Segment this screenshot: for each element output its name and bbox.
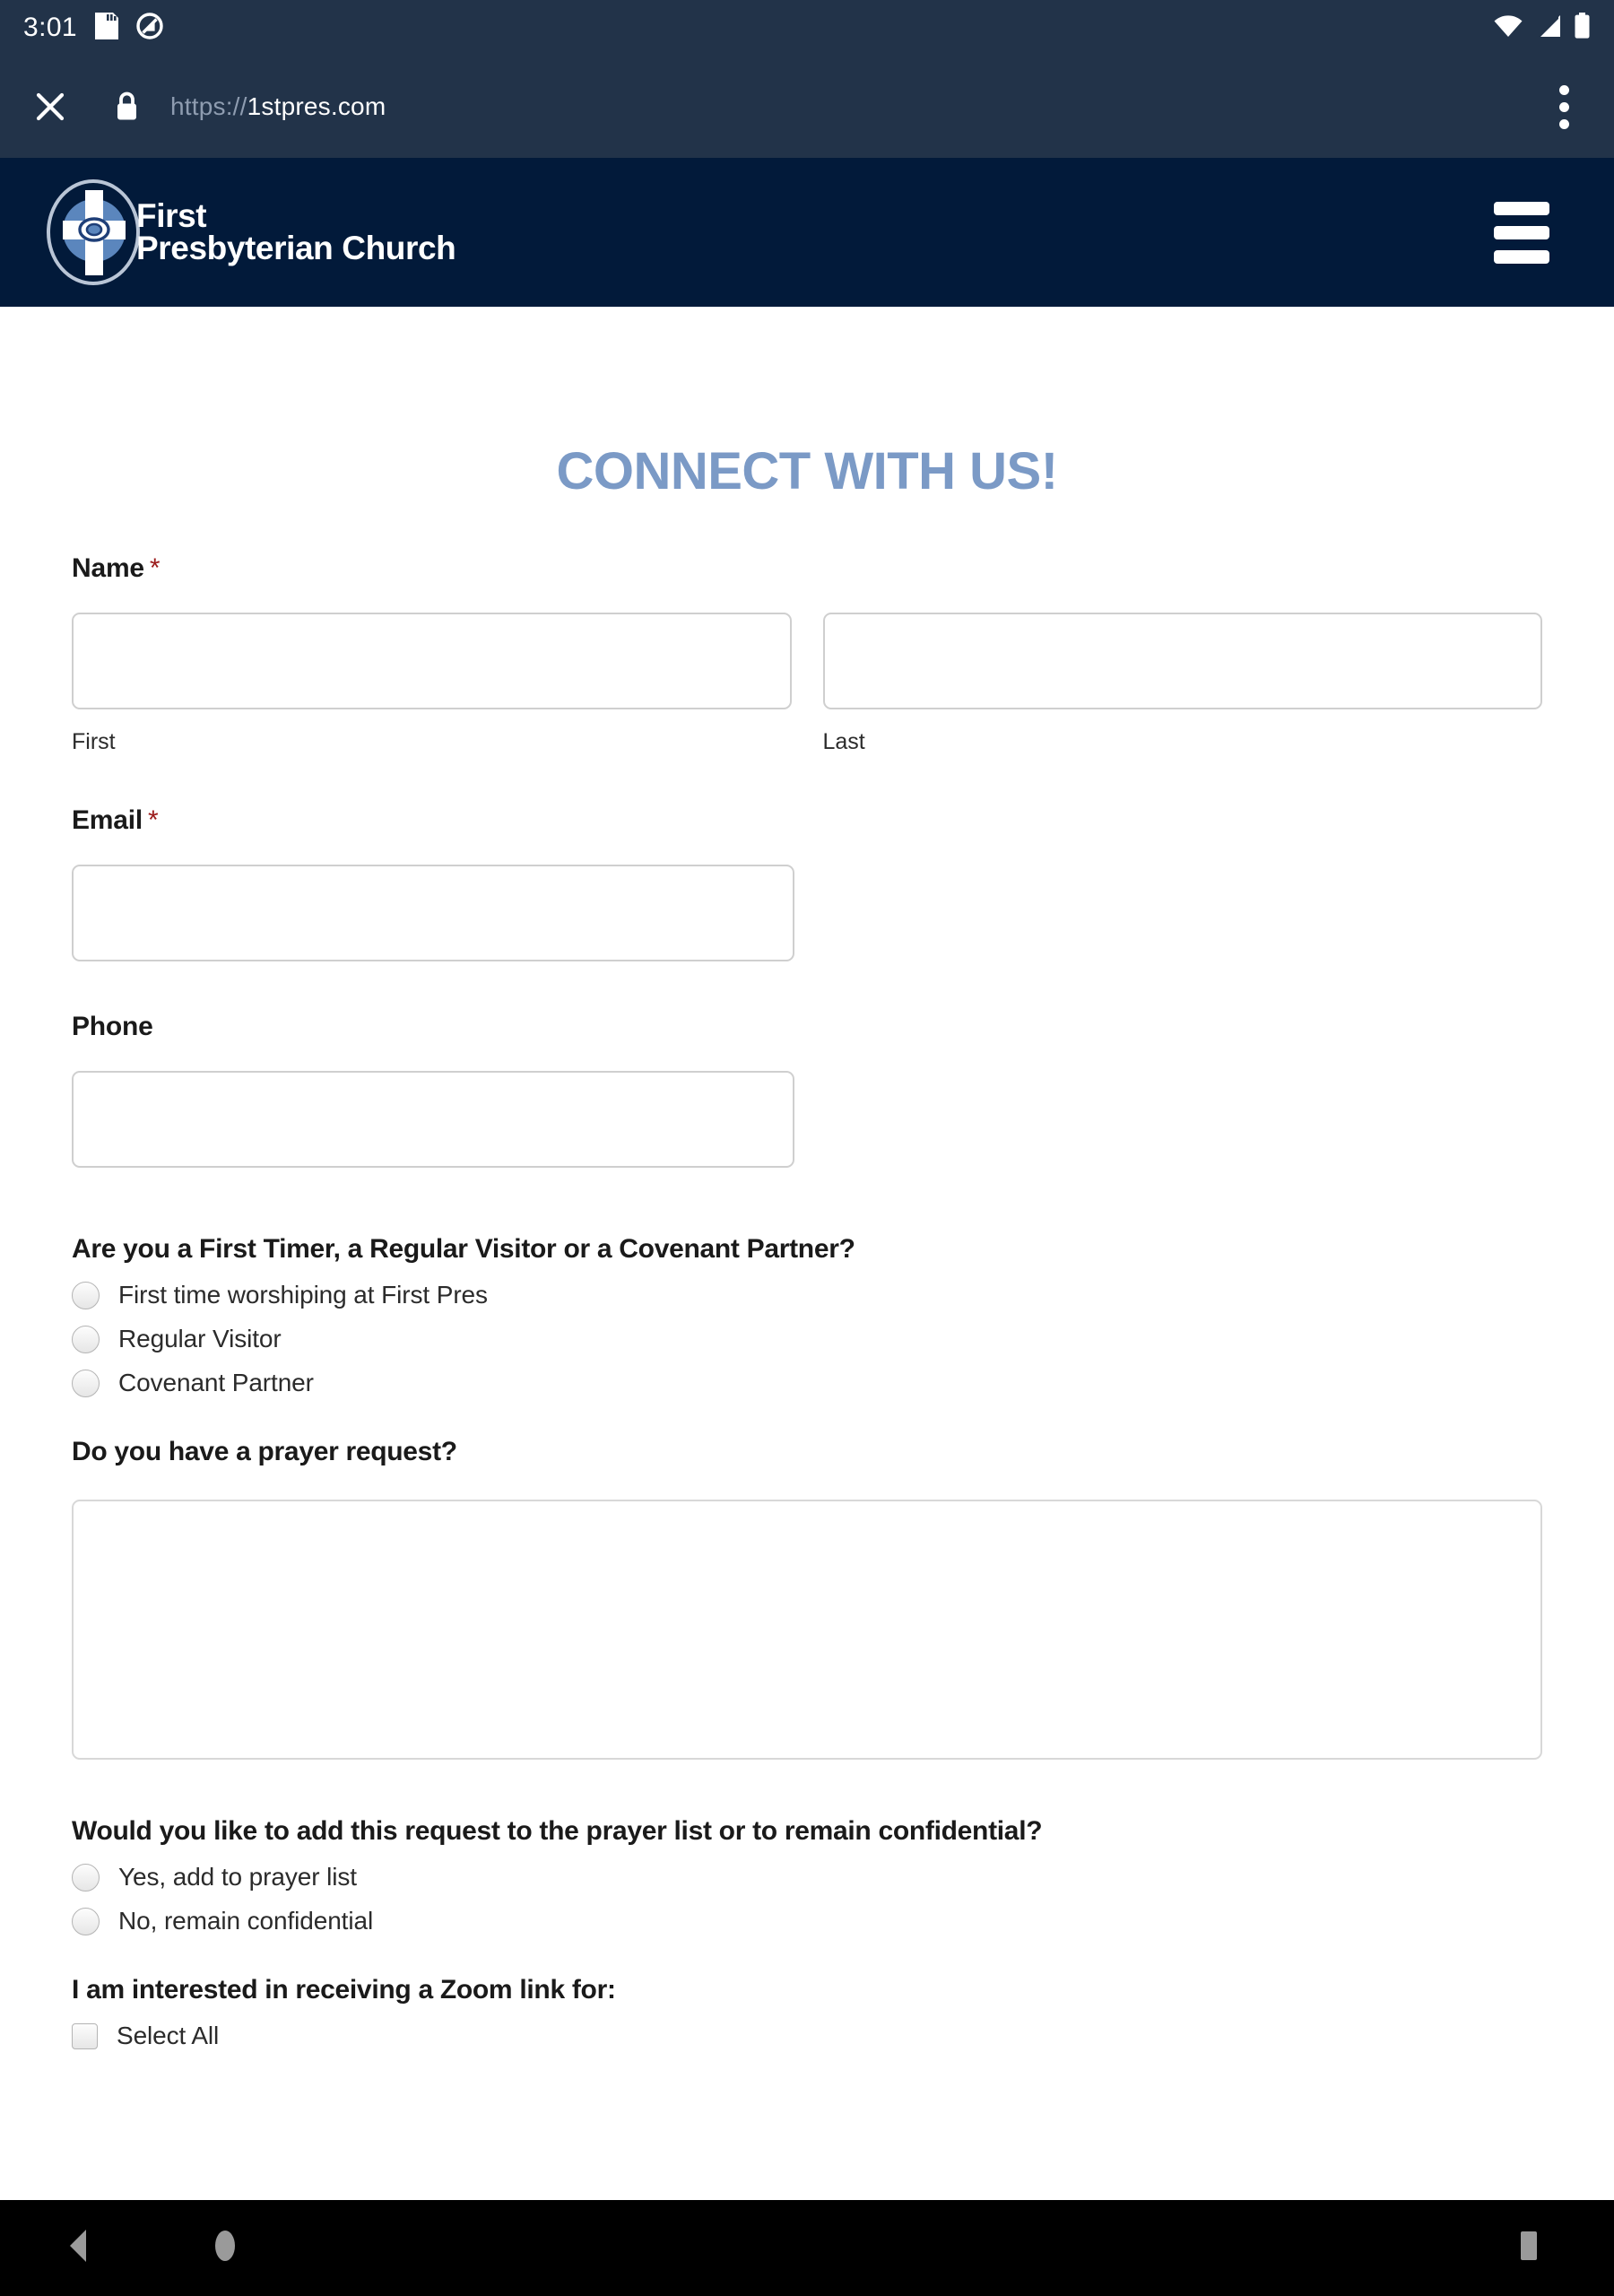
radio-option-label: Regular Visitor	[118, 1325, 282, 1352]
status-bar-right	[1493, 12, 1591, 44]
overflow-menu-icon-dot2	[1559, 101, 1569, 112]
site-logo-line1: First	[136, 197, 207, 235]
radio-option-regular-visitor[interactable]: Regular Visitor	[72, 1325, 1542, 1353]
radio-option-label: Yes, add to prayer list	[118, 1863, 357, 1891]
recents-icon	[1521, 2231, 1537, 2260]
do-not-disturb-icon	[136, 12, 163, 44]
wifi-icon	[1493, 13, 1523, 43]
hamburger-menu-button[interactable]	[1485, 193, 1558, 273]
phone-field-group: Phone	[72, 1012, 1542, 1168]
zoom-link-options: Select All	[72, 2022, 1542, 2050]
last-name-input[interactable]	[822, 613, 1542, 709]
prayer-request-group: Do you have a prayer request?	[72, 1437, 1542, 1764]
checkbox-option-label: Select All	[117, 2022, 220, 2049]
browser-toolbar: https://1stpres.com	[0, 56, 1614, 158]
page-content: CONNECT WITH US! Name * First Last Email *	[0, 307, 1614, 2200]
phone-label: Phone	[72, 1012, 153, 1041]
visitor-type-label: Are you a First Timer, a Regular Visitor…	[72, 1234, 855, 1264]
radio-option-remain-confidential[interactable]: No, remain confidential	[72, 1907, 1542, 1935]
site-security-indicator	[102, 91, 151, 123]
zoom-link-label: I am interested in receiving a Zoom link…	[72, 1975, 616, 2005]
radio-option-label: No, remain confidential	[118, 1907, 374, 1935]
android-status-bar: 3:01	[0, 0, 1614, 56]
status-clock: 3:01	[23, 13, 77, 42]
visitor-type-group: Are you a First Timer, a Regular Visitor…	[72, 1234, 1542, 1397]
zoom-link-group: I am interested in receiving a Zoom link…	[72, 1975, 1542, 2050]
lock-icon	[117, 91, 136, 120]
cell-signal-icon	[1535, 13, 1562, 43]
site-logo-line2: Presbyterian Church	[136, 230, 456, 266]
radio-option-first-time[interactable]: First time worshiping at First Pres	[72, 1281, 1542, 1309]
visitor-type-options: First time worshiping at First Pres Regu…	[72, 1281, 1542, 1397]
overflow-menu-icon-dot3	[1559, 118, 1569, 129]
name-label: Name *	[72, 553, 161, 583]
church-cross-logo-icon	[47, 179, 140, 285]
connect-form: Name * First Last Email * Phone Are you …	[0, 553, 1614, 2050]
prayer-request-label: Do you have a prayer request?	[72, 1437, 457, 1466]
url-bar[interactable]: https://1stpres.com	[170, 92, 386, 121]
site-logo-text: First Presbyterian Church	[136, 197, 456, 266]
site-header: First Presbyterian Church	[0, 158, 1614, 307]
prayer-visibility-group: Would you like to add this request to th…	[72, 1816, 1542, 1935]
page-title: CONNECT WITH US!	[556, 442, 1058, 500]
hamburger-menu-icon-bar3	[1494, 249, 1549, 264]
required-asterisk: *	[149, 553, 161, 583]
first-name-column: First	[72, 613, 792, 755]
hamburger-menu-icon	[1494, 201, 1549, 215]
radio-option-covenant-partner[interactable]: Covenant Partner	[72, 1369, 1542, 1397]
battery-icon	[1574, 12, 1591, 44]
prayer-visibility-options: Yes, add to prayer list No, remain confi…	[72, 1863, 1542, 1935]
last-name-column: Last	[822, 613, 1542, 755]
radio-icon[interactable]	[72, 1325, 100, 1353]
radio-option-add-to-prayer-list[interactable]: Yes, add to prayer list	[72, 1863, 1542, 1892]
radio-icon[interactable]	[72, 1907, 100, 1935]
close-icon	[36, 92, 65, 121]
prayer-request-textarea[interactable]	[72, 1500, 1542, 1760]
url-host: 1stpres.com	[247, 92, 386, 120]
radio-option-label: Covenant Partner	[118, 1369, 314, 1396]
prayer-request-textarea-wrap	[72, 1500, 1542, 1764]
back-icon	[70, 2230, 86, 2262]
close-button[interactable]	[14, 88, 86, 126]
name-inputs-row: First Last	[72, 613, 1542, 755]
phone-input[interactable]	[72, 1071, 794, 1168]
prayer-visibility-label: Would you like to add this request to th…	[72, 1816, 1043, 1846]
last-name-sub-label: Last	[822, 729, 865, 754]
email-field-group: Email *	[72, 805, 1542, 961]
nav-back-button[interactable]	[65, 2227, 93, 2269]
overflow-menu-icon	[1559, 84, 1569, 95]
first-name-sub-label: First	[72, 729, 116, 754]
android-navigation-bar	[0, 2200, 1614, 2296]
email-input[interactable]	[72, 865, 794, 961]
hamburger-menu-icon-bar2	[1494, 225, 1549, 239]
browser-menu-button[interactable]	[1547, 73, 1582, 142]
sd-card-icon	[95, 12, 118, 44]
checkbox-option-select-all[interactable]: Select All	[72, 2022, 1542, 2050]
checkbox-icon[interactable]	[72, 2022, 98, 2049]
url-scheme: https://	[170, 92, 247, 120]
site-logo[interactable]: First Presbyterian Church	[43, 178, 456, 287]
first-name-input[interactable]	[72, 613, 792, 709]
home-icon	[215, 2231, 235, 2261]
nav-recents-button[interactable]	[1517, 2230, 1540, 2266]
required-asterisk: *	[148, 805, 159, 835]
email-label: Email *	[72, 805, 159, 835]
radio-icon[interactable]	[72, 1863, 100, 1892]
radio-icon[interactable]	[72, 1281, 100, 1309]
radio-icon[interactable]	[72, 1369, 100, 1397]
status-bar-left: 3:01	[23, 12, 163, 44]
name-field-group: Name * First Last	[72, 553, 1542, 755]
radio-option-label: First time worshiping at First Pres	[118, 1281, 488, 1309]
nav-home-button[interactable]	[209, 2227, 241, 2269]
